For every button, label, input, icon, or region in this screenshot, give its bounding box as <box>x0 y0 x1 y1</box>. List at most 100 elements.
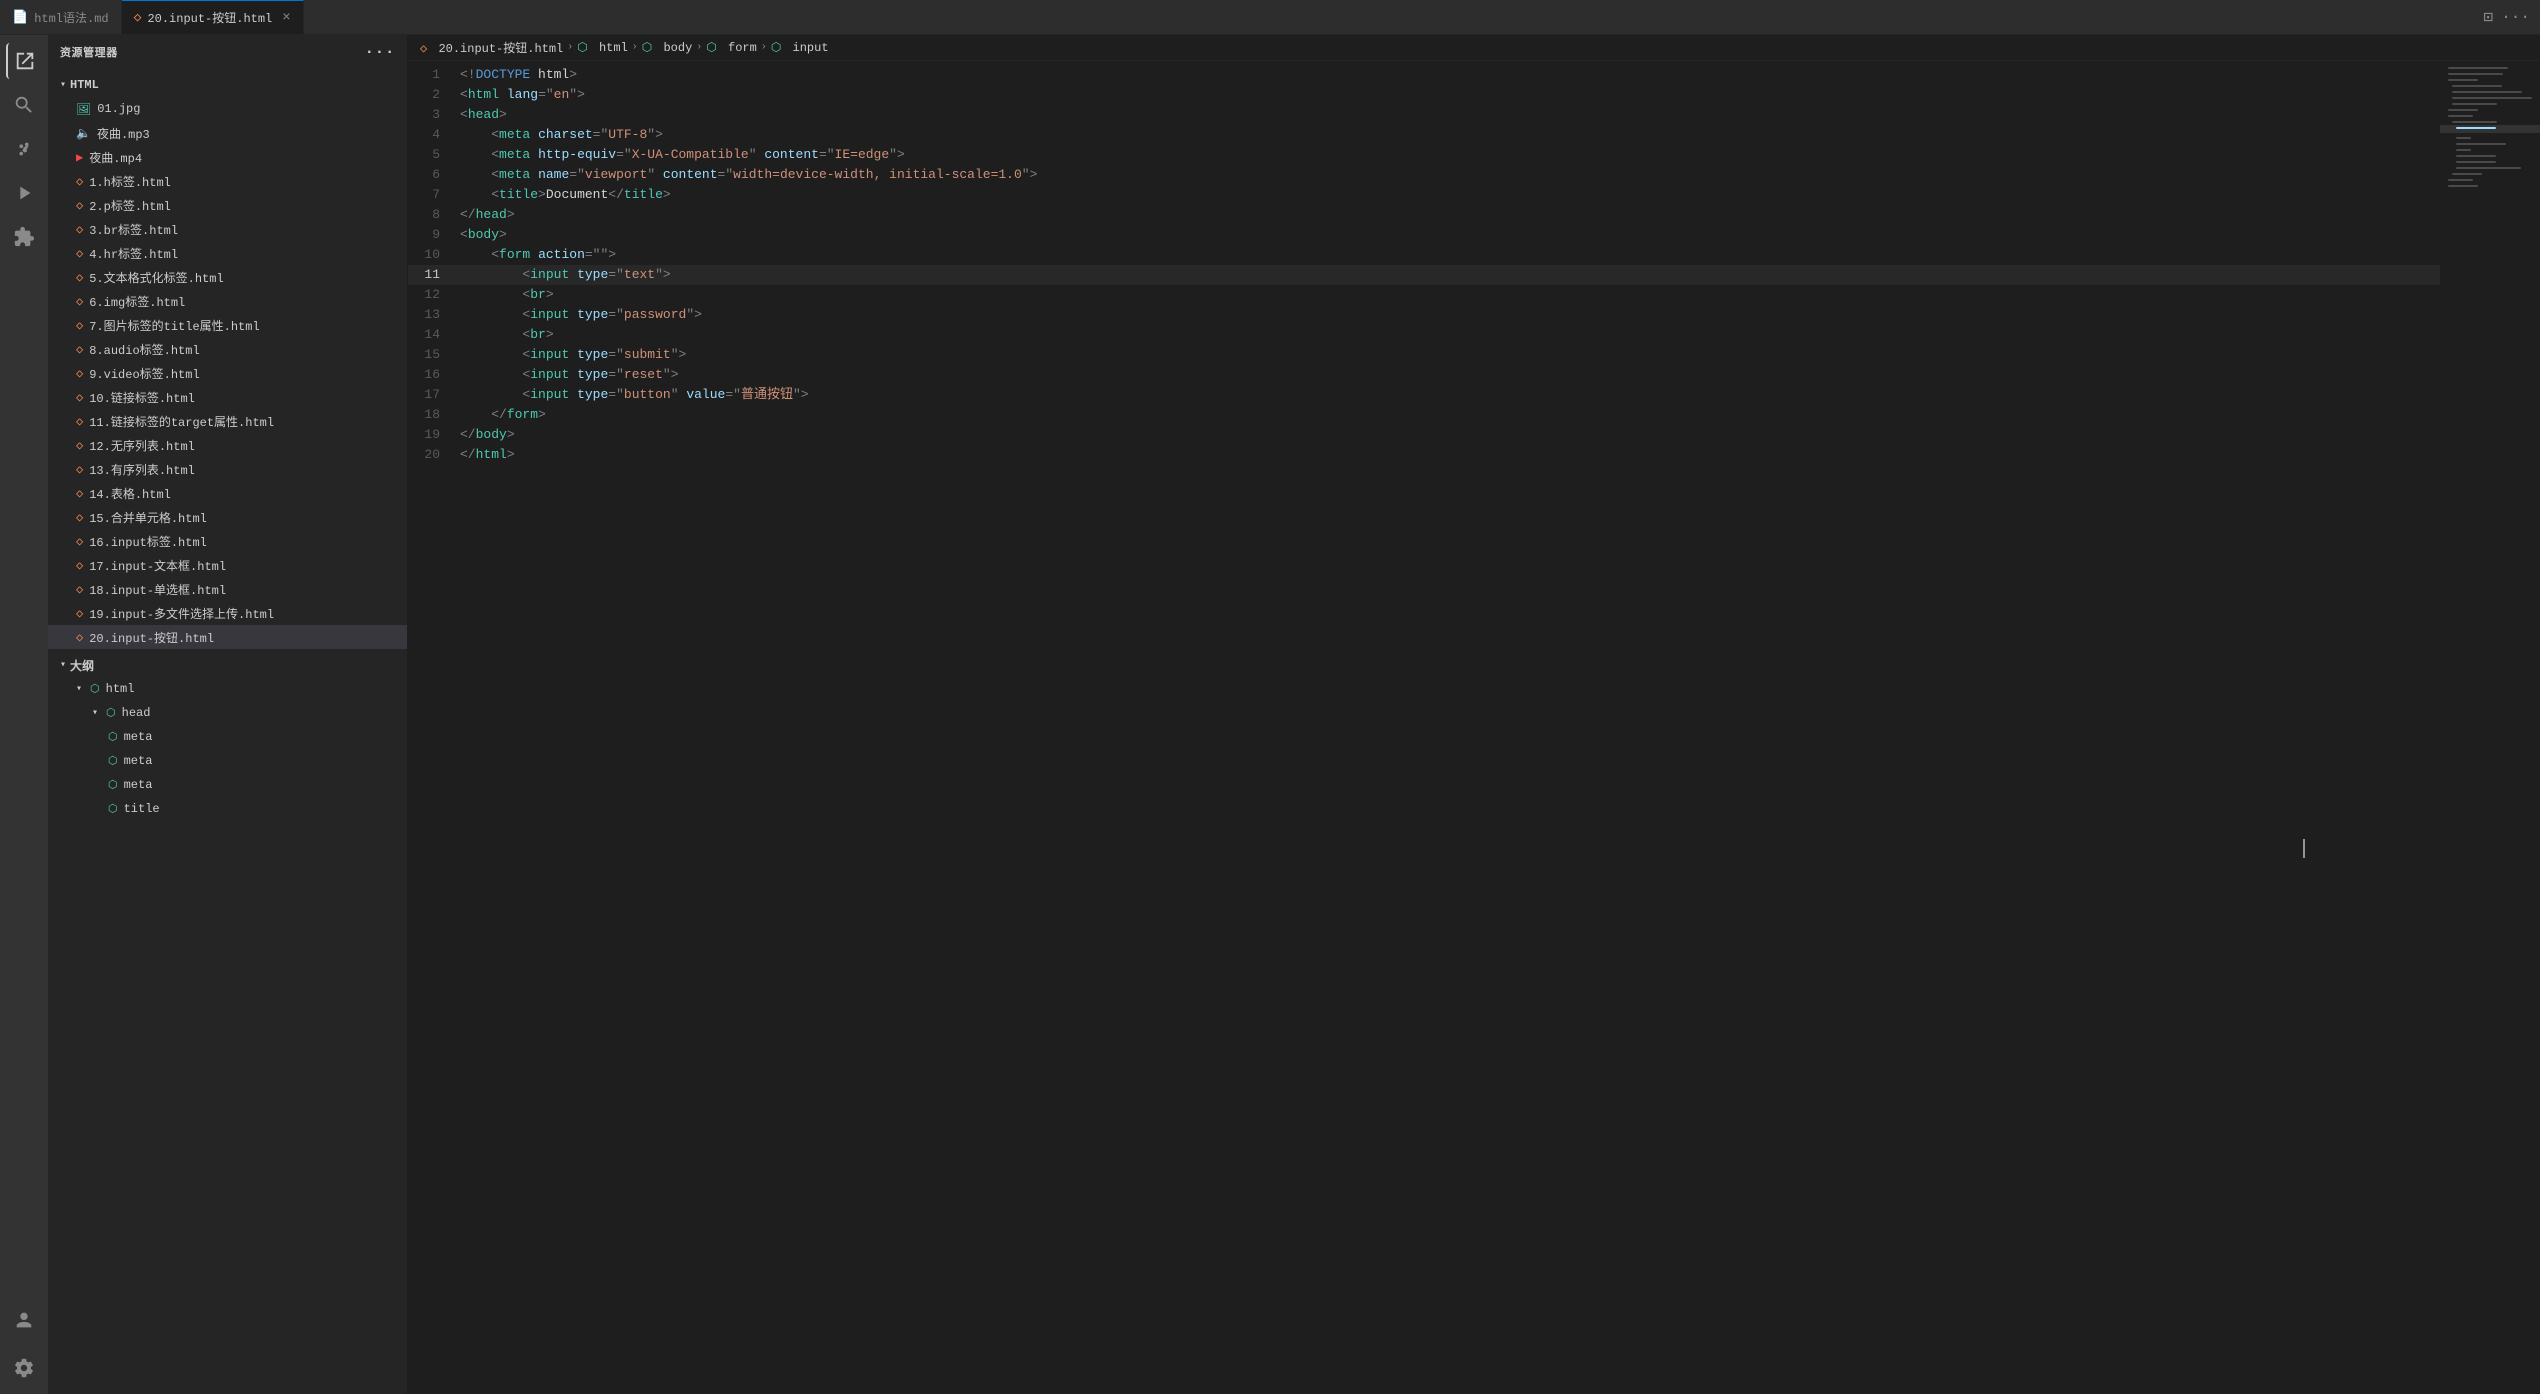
code-line-2: 2 <html lang="en"> <box>408 85 2440 105</box>
html-icon: ◇ <box>76 486 83 501</box>
code-line-5: 5 <meta http-equiv="X-UA-Compatible" con… <box>408 145 2440 165</box>
file-input-button[interactable]: ◇ 20.input-按钮.html <box>48 625 407 649</box>
file-mp3[interactable]: 🔈 夜曲.mp3 <box>48 121 407 145</box>
file-01jpg[interactable]: 🖼 01.jpg <box>48 97 407 121</box>
line-number: 5 <box>408 145 456 165</box>
element-icon: ⬡ <box>108 754 118 768</box>
file-img-title[interactable]: ◇ 7.图片标签的title属性.html <box>48 313 407 337</box>
line-number: 6 <box>408 165 456 185</box>
line-number: 9 <box>408 225 456 245</box>
html-icon: ◇ <box>76 390 83 405</box>
text-cursor: | <box>2298 838 2310 861</box>
breadcrumb-html[interactable]: ⬡ html <box>577 40 628 55</box>
line-content: <input type="text"> <box>456 265 2440 285</box>
line-number: 8 <box>408 205 456 225</box>
file-mp4[interactable]: ▶ 夜曲.mp4 <box>48 145 407 169</box>
file-link-tag[interactable]: ◇ 10.链接标签.html <box>48 385 407 409</box>
breadcrumb-input[interactable]: ⬡ input <box>771 40 829 55</box>
code-line-10: 10 <form action=""> <box>408 245 2440 265</box>
code-line-8: 8 </head> <box>408 205 2440 225</box>
html-icon: ◇ <box>76 318 83 333</box>
line-number: 17 <box>408 385 456 405</box>
activity-run[interactable] <box>6 175 42 211</box>
html-icon: ◇ <box>76 366 83 381</box>
line-content: <html lang="en"> <box>456 85 2440 105</box>
line-content: <input type="password"> <box>456 305 2440 325</box>
line-number: 1 <box>408 65 456 85</box>
more-actions-icon[interactable]: ··· <box>2501 8 2530 26</box>
editor-area: ◇ 20.input-按钮.html › ⬡ html › ⬡ body › ⬡… <box>408 35 2540 1394</box>
element-icon: ⬡ <box>108 802 118 816</box>
line-content: <meta charset="UTF-8"> <box>456 125 2440 145</box>
breadcrumb-form[interactable]: ⬡ form <box>706 40 757 55</box>
code-editor[interactable]: 1 <!DOCTYPE html> 2 <html lang="en"> 3 <… <box>408 61 2440 1394</box>
minimap <box>2440 61 2540 1394</box>
file-audio-tag[interactable]: ◇ 8.audio标签.html <box>48 337 407 361</box>
breadcrumb-sep-1: › <box>567 42 573 53</box>
code-line-4: 4 <meta charset="UTF-8"> <box>408 125 2440 145</box>
breadcrumb-body[interactable]: ⬡ body <box>642 40 693 55</box>
breadcrumb-sep-2: › <box>632 42 638 53</box>
line-content: <!DOCTYPE html> <box>456 65 2440 85</box>
file-tree: ▾ HTML 🖼 01.jpg 🔈 夜曲.mp3 ▶ 夜曲.mp4 ◇ <box>48 69 407 825</box>
activity-settings[interactable] <box>6 1350 42 1386</box>
file-link-target[interactable]: ◇ 11.链接标签的target属性.html <box>48 409 407 433</box>
element-icon: ⬡ <box>108 778 118 792</box>
file-table[interactable]: ◇ 14.表格.html <box>48 481 407 505</box>
code-line-18: 18 </form> <box>408 405 2440 425</box>
file-input-file[interactable]: ◇ 19.input-多文件选择上传.html <box>48 601 407 625</box>
tab-input-button-icon: ◇ <box>134 10 142 25</box>
element-breadcrumb-icon: ⬡ <box>771 41 781 55</box>
outline-meta-1[interactable]: ⬡ meta <box>48 725 407 749</box>
tab-input-button-label: 20.input-按钮.html <box>147 9 272 26</box>
line-content: <meta http-equiv="X-UA-Compatible" conte… <box>456 145 2440 165</box>
outline-head[interactable]: ▾ ⬡ head <box>48 701 407 725</box>
html-icon: ◇ <box>76 558 83 573</box>
file-video-tag[interactable]: ◇ 9.video标签.html <box>48 361 407 385</box>
activity-explorer[interactable] <box>6 43 42 79</box>
file-input-tag[interactable]: ◇ 16.input标签.html <box>48 529 407 553</box>
line-number: 4 <box>408 125 456 145</box>
file-p-tag[interactable]: ◇ 2.p标签.html <box>48 193 407 217</box>
file-h-tag[interactable]: ◇ 1.h标签.html <box>48 169 407 193</box>
section-outline[interactable]: ▾ 大纲 <box>48 653 407 677</box>
section-html[interactable]: ▾ HTML <box>48 73 407 97</box>
line-content: <meta name="viewport" content="width=dev… <box>456 165 2440 185</box>
activity-search[interactable] <box>6 87 42 123</box>
activity-source-control[interactable] <box>6 131 42 167</box>
outline-meta-2[interactable]: ⬡ meta <box>48 749 407 773</box>
activity-bar <box>0 35 48 1394</box>
sidebar-more-icon[interactable]: ··· <box>365 43 395 61</box>
activity-extensions[interactable] <box>6 219 42 255</box>
tab-html-syntax[interactable]: 📄 html语法.md <box>0 0 122 34</box>
activity-account[interactable] <box>6 1302 42 1338</box>
tab-input-button[interactable]: ◇ 20.input-按钮.html × <box>122 0 304 34</box>
line-content: </head> <box>456 205 2440 225</box>
line-content: </html> <box>456 445 2440 465</box>
line-content: <body> <box>456 225 2440 245</box>
outline-section: ▾ 大纲 ▾ ⬡ html ▾ ⬡ head <box>48 653 407 821</box>
file-text-format[interactable]: ◇ 5.文本格式化标签.html <box>48 265 407 289</box>
code-line-20: 20 </html> <box>408 445 2440 465</box>
file-hr-tag[interactable]: ◇ 4.hr标签.html <box>48 241 407 265</box>
breadcrumb-file[interactable]: ◇ 20.input-按钮.html <box>420 39 563 56</box>
file-img-tag[interactable]: ◇ 6.img标签.html <box>48 289 407 313</box>
line-content: <head> <box>456 105 2440 125</box>
file-br-tag[interactable]: ◇ 3.br标签.html <box>48 217 407 241</box>
file-ol[interactable]: ◇ 13.有序列表.html <box>48 457 407 481</box>
file-input-text[interactable]: ◇ 17.input-文本框.html <box>48 553 407 577</box>
outline-html[interactable]: ▾ ⬡ html <box>48 677 407 701</box>
outline-meta-3[interactable]: ⬡ meta <box>48 773 407 797</box>
line-number: 10 <box>408 245 456 265</box>
outline-title[interactable]: ⬡ title <box>48 797 407 821</box>
file-merge-cells[interactable]: ◇ 15.合并单元格.html <box>48 505 407 529</box>
line-content: <form action=""> <box>456 245 2440 265</box>
split-editor-icon[interactable]: ⊡ <box>2484 7 2494 27</box>
line-content: <input type="submit"> <box>456 345 2440 365</box>
line-number: 20 <box>408 445 456 465</box>
file-ul[interactable]: ◇ 12.无序列表.html <box>48 433 407 457</box>
file-input-radio[interactable]: ◇ 18.input-单选框.html <box>48 577 407 601</box>
tab-close-icon[interactable]: × <box>282 10 290 26</box>
chevron-down-icon: ▾ <box>60 659 66 671</box>
breadcrumb-sep-4: › <box>761 42 767 53</box>
